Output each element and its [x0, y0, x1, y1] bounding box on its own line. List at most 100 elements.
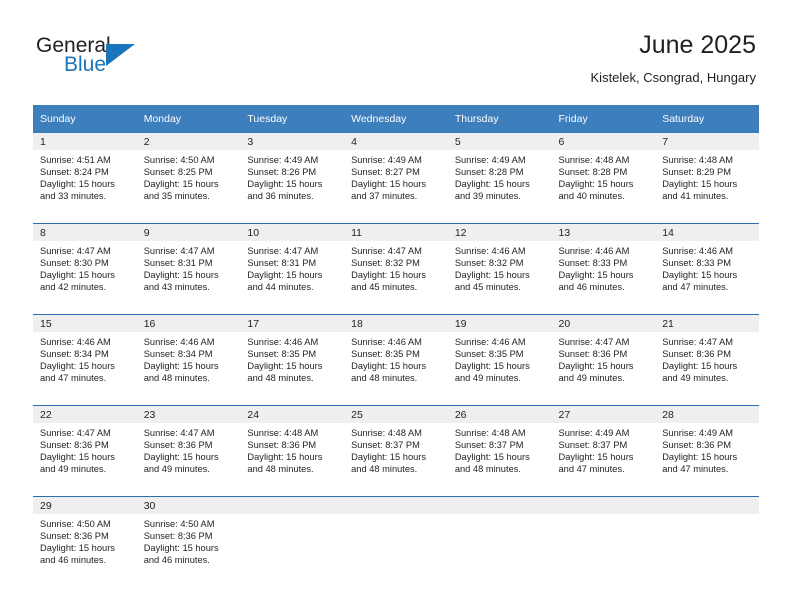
daylight-text-line2: and 49 minutes. [454, 373, 521, 384]
weekday-header-sunday: Sunday [33, 105, 137, 133]
day-number: 20 [551, 315, 656, 332]
daylight-text-line1: Daylight: 15 hours [351, 179, 427, 190]
day-number: 21 [655, 315, 759, 332]
day-details: Sunrise: 4:46 AM Sunset: 8:34 PM Dayligh… [33, 332, 137, 384]
day-cell[interactable]: 10 Sunrise: 4:47 AM Sunset: 8:31 PM Dayl… [240, 223, 345, 315]
page-title: June 2025 [639, 31, 756, 59]
day-cell[interactable]: 23 Sunrise: 4:47 AM Sunset: 8:36 PM Dayl… [136, 405, 241, 497]
day-cell[interactable]: 28 Sunrise: 4:49 AM Sunset: 8:36 PM Dayl… [655, 405, 759, 497]
day-details: Sunrise: 4:47 AM Sunset: 8:32 PM Dayligh… [344, 241, 448, 293]
sunset-text: Sunset: 8:36 PM [662, 349, 731, 360]
day-cell[interactable]: 12 Sunrise: 4:46 AM Sunset: 8:32 PM Dayl… [447, 223, 552, 315]
day-cell[interactable]: 13 Sunrise: 4:46 AM Sunset: 8:33 PM Dayl… [551, 223, 656, 315]
calendar-week-row: 8 Sunrise: 4:47 AM Sunset: 8:30 PM Dayli… [33, 223, 759, 315]
day-number: 29 [33, 497, 137, 514]
day-cell[interactable]: 20 Sunrise: 4:47 AM Sunset: 8:36 PM Dayl… [551, 314, 656, 406]
day-cell[interactable]: 2 Sunrise: 4:50 AM Sunset: 8:25 PM Dayli… [136, 133, 241, 224]
sunrise-text: Sunrise: 4:47 AM [662, 337, 734, 347]
sunset-text: Sunset: 8:30 PM [40, 258, 109, 269]
day-details: Sunrise: 4:50 AM Sunset: 8:25 PM Dayligh… [137, 150, 241, 202]
weekday-header-saturday: Saturday [655, 105, 759, 133]
day-number: 28 [655, 406, 759, 423]
day-cell[interactable]: 30 Sunrise: 4:50 AM Sunset: 8:36 PM Dayl… [136, 496, 241, 587]
daylight-text-line1: Daylight: 15 hours [662, 270, 738, 281]
day-cell[interactable]: 9 Sunrise: 4:47 AM Sunset: 8:31 PM Dayli… [136, 223, 241, 315]
day-details: Sunrise: 4:47 AM Sunset: 8:31 PM Dayligh… [240, 241, 344, 293]
day-details: Sunrise: 4:49 AM Sunset: 8:26 PM Dayligh… [240, 150, 344, 202]
daylight-text-line1: Daylight: 15 hours [40, 543, 115, 554]
calendar-week-row: 15 Sunrise: 4:46 AM Sunset: 8:34 PM Dayl… [33, 314, 759, 406]
sunrise-text: Sunrise: 4:51 AM [40, 155, 111, 165]
sunrise-text: Sunrise: 4:46 AM [143, 337, 215, 347]
sunrise-text: Sunrise: 4:48 AM [351, 428, 422, 438]
day-cell[interactable]: 29 Sunrise: 4:50 AM Sunset: 8:36 PM Dayl… [33, 496, 137, 587]
day-cell[interactable]: 14 Sunrise: 4:46 AM Sunset: 8:33 PM Dayl… [655, 223, 759, 315]
calendar-week-row: 1 Sunrise: 4:51 AM Sunset: 8:24 PM Dayli… [33, 133, 759, 224]
day-cell[interactable]: 17 Sunrise: 4:46 AM Sunset: 8:35 PM Dayl… [240, 314, 345, 406]
daylight-text-line1: Daylight: 15 hours [143, 543, 219, 554]
day-cell[interactable]: 27 Sunrise: 4:49 AM Sunset: 8:37 PM Dayl… [551, 405, 656, 497]
day-cell[interactable]: 3 Sunrise: 4:49 AM Sunset: 8:26 PM Dayli… [240, 133, 345, 224]
daylight-text-line2: and 47 minutes. [662, 464, 729, 475]
day-cell-empty [344, 496, 448, 587]
general-blue-logo[interactable]: General Blue [36, 34, 166, 84]
daylight-text-line2: and 47 minutes. [558, 464, 625, 475]
day-cell[interactable]: 21 Sunrise: 4:47 AM Sunset: 8:36 PM Dayl… [655, 314, 759, 406]
sunrise-text: Sunrise: 4:46 AM [351, 337, 422, 347]
sunrise-text: Sunrise: 4:48 AM [558, 155, 630, 165]
sunrise-text: Sunrise: 4:48 AM [454, 428, 526, 438]
day-cell[interactable]: 22 Sunrise: 4:47 AM Sunset: 8:36 PM Dayl… [33, 405, 137, 497]
day-cell[interactable]: 24 Sunrise: 4:48 AM Sunset: 8:36 PM Dayl… [240, 405, 345, 497]
sunset-text: Sunset: 8:32 PM [351, 258, 420, 269]
daylight-text-line1: Daylight: 15 hours [143, 452, 219, 463]
day-number: 26 [447, 406, 552, 423]
sunset-text: Sunset: 8:34 PM [143, 349, 213, 360]
daylight-text-line1: Daylight: 15 hours [143, 361, 219, 372]
day-cell[interactable]: 4 Sunrise: 4:49 AM Sunset: 8:27 PM Dayli… [344, 133, 448, 224]
day-cell[interactable]: 18 Sunrise: 4:46 AM Sunset: 8:35 PM Dayl… [344, 314, 448, 406]
day-cell[interactable]: 15 Sunrise: 4:46 AM Sunset: 8:34 PM Dayl… [33, 314, 137, 406]
calendar-body: 1 Sunrise: 4:51 AM Sunset: 8:24 PM Dayli… [33, 133, 759, 587]
title-block: June 2025 Kistelek, Csongrad, Hungary [591, 30, 756, 85]
day-number: 30 [136, 497, 241, 514]
sunrise-text: Sunrise: 4:48 AM [247, 428, 319, 438]
day-number [655, 497, 759, 514]
daylight-text-line1: Daylight: 15 hours [558, 452, 634, 463]
sunrise-text: Sunrise: 4:49 AM [247, 155, 319, 165]
sunrise-text: Sunrise: 4:47 AM [143, 246, 215, 256]
daylight-text-line2: and 48 minutes. [351, 373, 418, 384]
day-cell[interactable]: 11 Sunrise: 4:47 AM Sunset: 8:32 PM Dayl… [344, 223, 448, 315]
day-cell[interactable]: 19 Sunrise: 4:46 AM Sunset: 8:35 PM Dayl… [447, 314, 552, 406]
daylight-text-line2: and 49 minutes. [40, 464, 107, 475]
day-cell[interactable]: 26 Sunrise: 4:48 AM Sunset: 8:37 PM Dayl… [447, 405, 552, 497]
day-cell[interactable]: 25 Sunrise: 4:48 AM Sunset: 8:37 PM Dayl… [344, 405, 448, 497]
location-subtitle: Kistelek, Csongrad, Hungary [590, 70, 756, 85]
day-number: 16 [136, 315, 241, 332]
day-details: Sunrise: 4:48 AM Sunset: 8:37 PM Dayligh… [448, 423, 552, 475]
day-cell[interactable]: 7 Sunrise: 4:48 AM Sunset: 8:29 PM Dayli… [655, 133, 759, 224]
day-cell[interactable]: 16 Sunrise: 4:46 AM Sunset: 8:34 PM Dayl… [136, 314, 241, 406]
sunrise-text: Sunrise: 4:50 AM [40, 519, 111, 529]
sunrise-text: Sunrise: 4:50 AM [143, 155, 215, 165]
day-cell[interactable]: 8 Sunrise: 4:47 AM Sunset: 8:30 PM Dayli… [33, 223, 137, 315]
day-cell-empty [240, 496, 345, 587]
daylight-text-line2: and 49 minutes. [558, 373, 625, 384]
day-details: Sunrise: 4:47 AM Sunset: 8:36 PM Dayligh… [33, 423, 137, 475]
sunrise-text: Sunrise: 4:47 AM [143, 428, 215, 438]
day-number [344, 497, 448, 514]
logo-text-blue: Blue [64, 53, 107, 76]
day-cell[interactable]: 5 Sunrise: 4:49 AM Sunset: 8:28 PM Dayli… [447, 133, 552, 224]
weekday-header-wednesday: Wednesday [344, 105, 448, 133]
day-details: Sunrise: 4:50 AM Sunset: 8:36 PM Dayligh… [137, 514, 241, 566]
sunrise-text: Sunrise: 4:46 AM [40, 337, 111, 347]
daylight-text-line1: Daylight: 15 hours [351, 270, 427, 281]
daylight-text-line1: Daylight: 15 hours [662, 179, 738, 190]
day-cell[interactable]: 6 Sunrise: 4:48 AM Sunset: 8:28 PM Dayli… [551, 133, 656, 224]
day-details: Sunrise: 4:46 AM Sunset: 8:34 PM Dayligh… [137, 332, 241, 384]
day-details: Sunrise: 4:46 AM Sunset: 8:35 PM Dayligh… [240, 332, 344, 384]
sunrise-text: Sunrise: 4:47 AM [247, 246, 319, 256]
day-number: 19 [447, 315, 552, 332]
day-cell[interactable]: 1 Sunrise: 4:51 AM Sunset: 8:24 PM Dayli… [33, 133, 137, 224]
sunset-text: Sunset: 8:36 PM [143, 531, 213, 542]
day-number: 15 [33, 315, 137, 332]
